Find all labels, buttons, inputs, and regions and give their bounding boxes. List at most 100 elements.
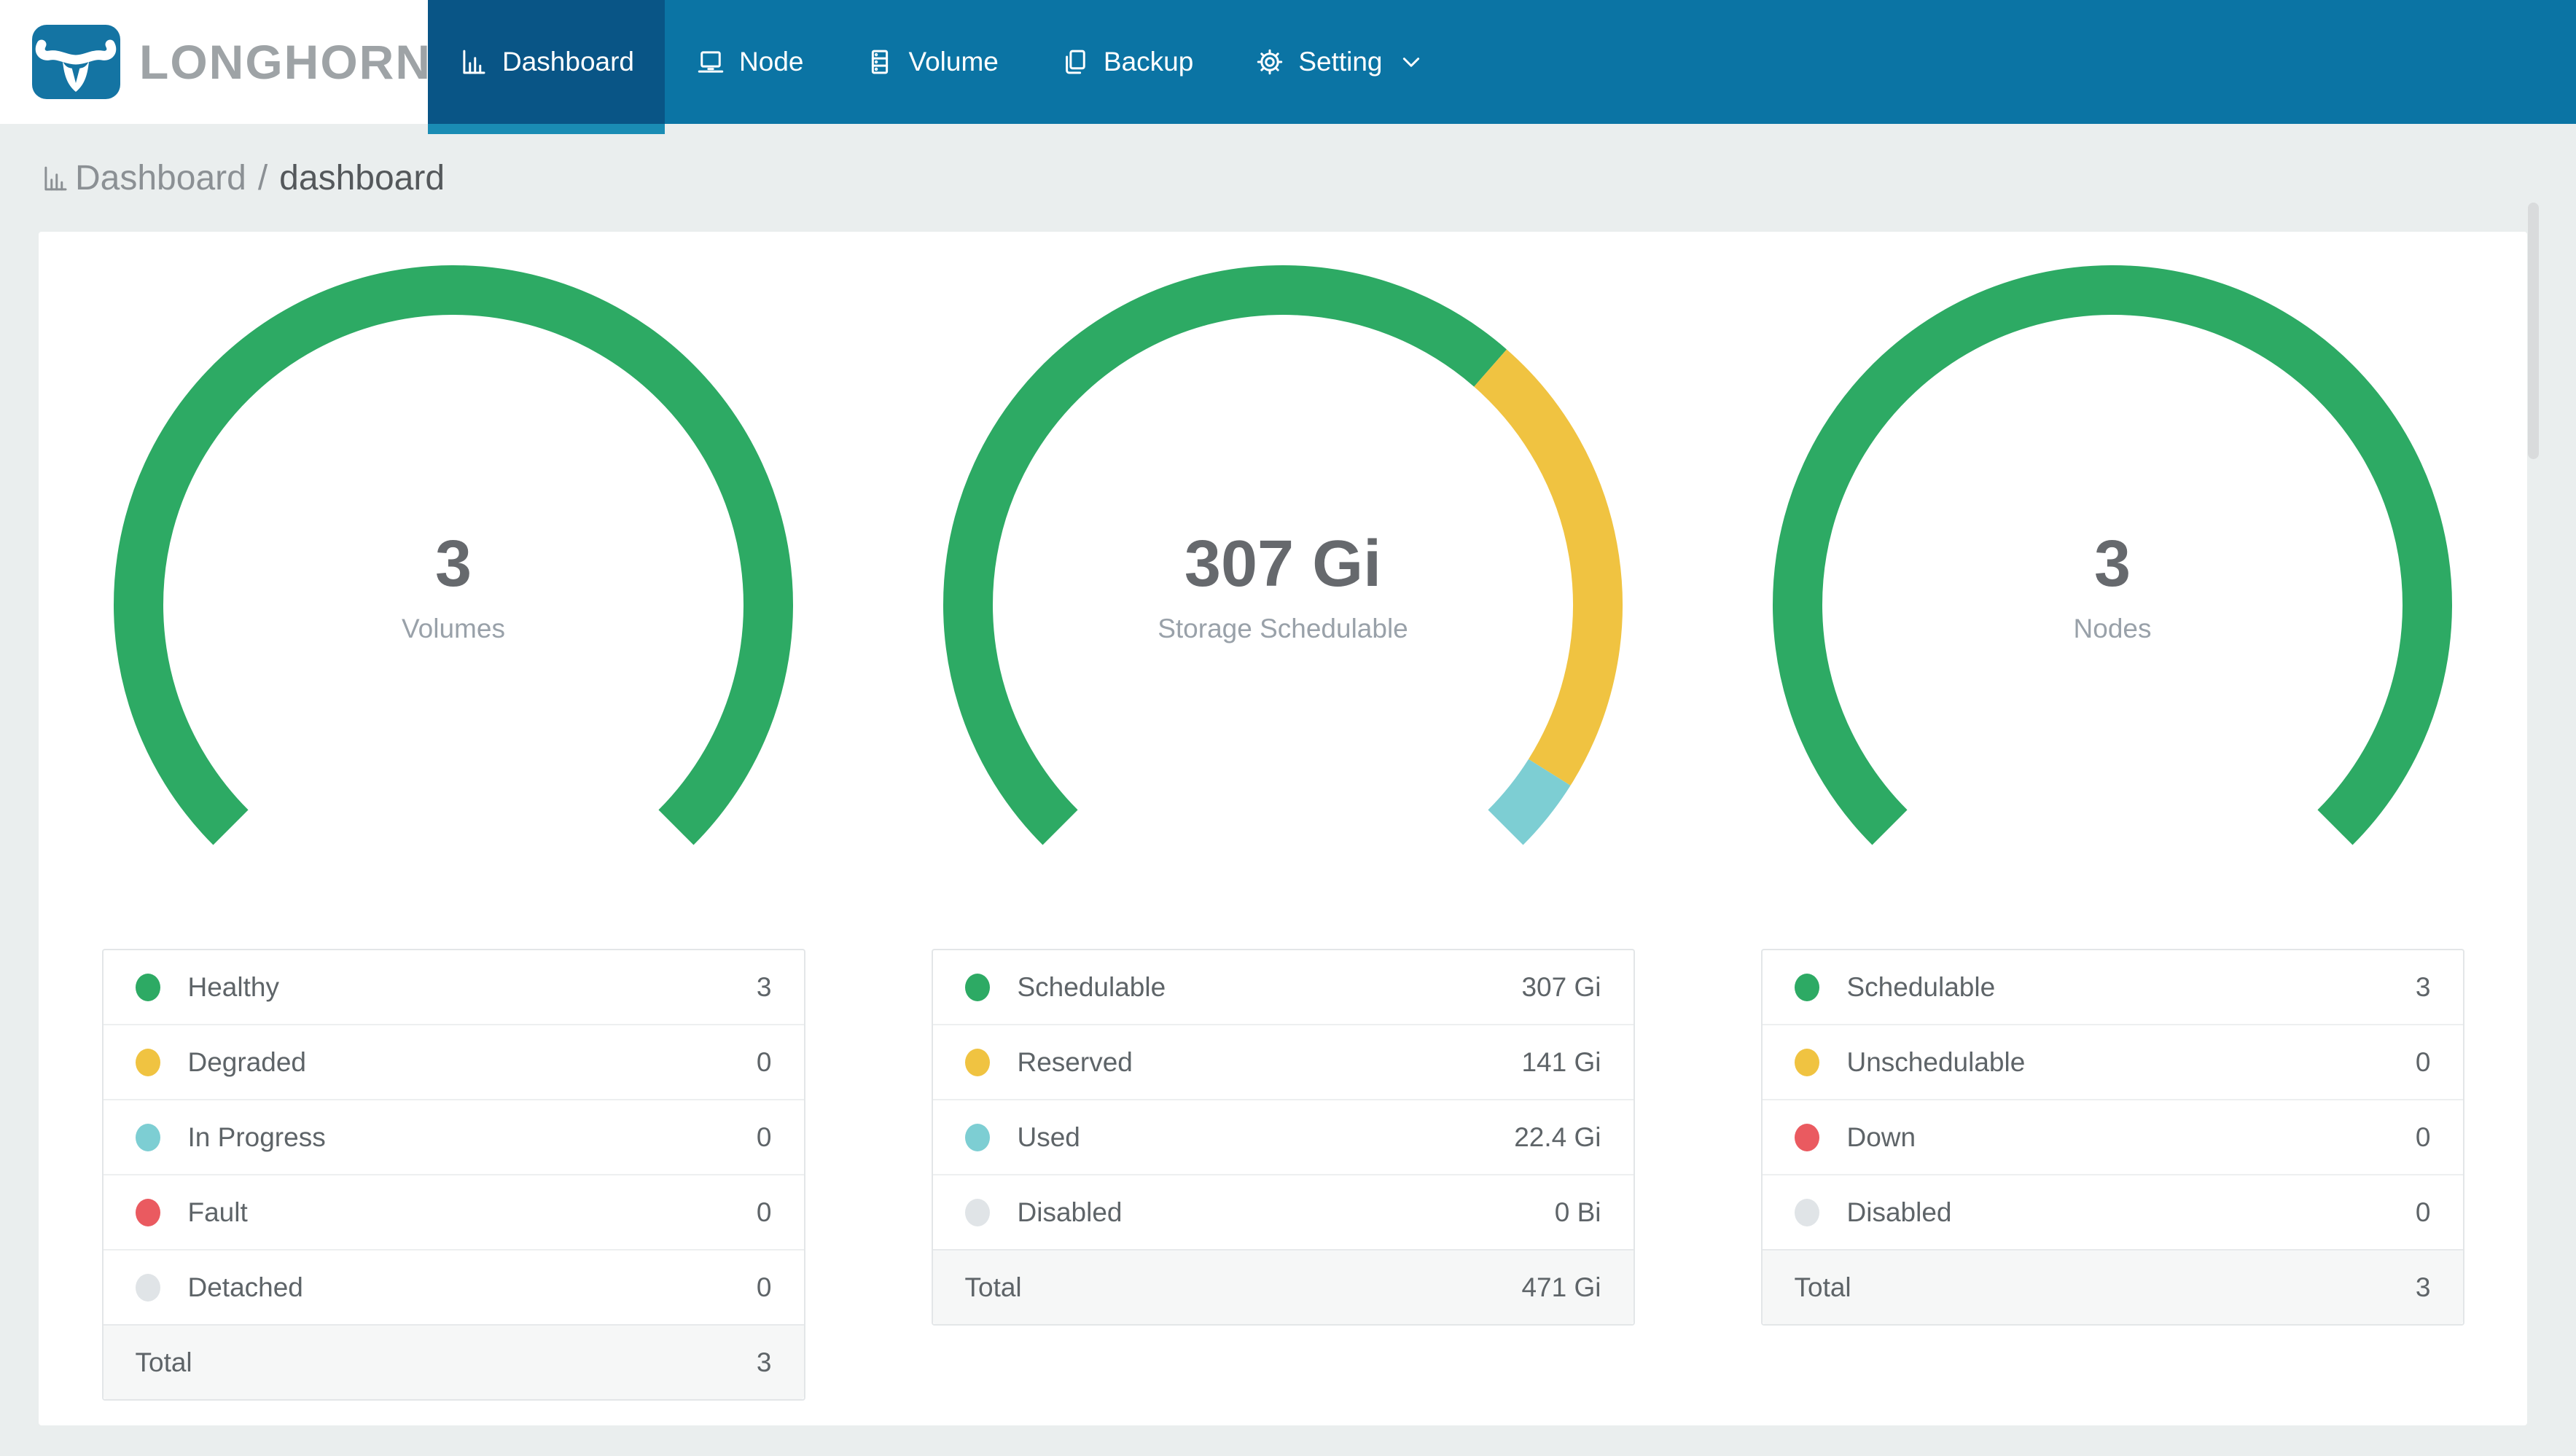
teal-status-dot bbox=[135, 1123, 160, 1151]
legend-value: 0 bbox=[756, 1197, 772, 1227]
gauge-label: Volumes bbox=[402, 614, 505, 643]
nav-item-setting[interactable]: Setting bbox=[1224, 0, 1456, 124]
breadcrumb-parent[interactable]: Dashboard bbox=[75, 157, 246, 200]
nav-item-node[interactable]: Node bbox=[665, 0, 834, 124]
legend-table-nodes: Schedulable 3 Unschedulable 0 Down 0 Disabled 0… bbox=[1760, 949, 2464, 1326]
bar-chart-icon bbox=[458, 47, 489, 77]
legend-total-value: 471 Gi bbox=[1521, 1272, 1601, 1302]
gauge-value: 3 bbox=[2093, 528, 2131, 600]
yellow-status-dot bbox=[964, 1048, 990, 1076]
legend-value: 3 bbox=[756, 971, 772, 1002]
gauge-label: Nodes bbox=[2073, 614, 2152, 643]
nav-item-label: Backup bbox=[1103, 47, 1194, 77]
legend-row: In Progress 0 bbox=[103, 1099, 804, 1174]
nav-item-volume[interactable]: Volume bbox=[834, 0, 1029, 124]
nav-item-backup[interactable]: Backup bbox=[1029, 0, 1224, 124]
gauge-value: 3 bbox=[434, 528, 472, 600]
brand-name: LONGHORN bbox=[139, 35, 432, 89]
bull-icon bbox=[32, 25, 120, 99]
yellow-status-dot bbox=[135, 1048, 160, 1076]
backup-icon bbox=[1060, 47, 1090, 77]
legend-value: 22.4 Gi bbox=[1514, 1122, 1601, 1152]
gear-icon bbox=[1254, 47, 1285, 77]
legend-value: 0 bbox=[756, 1046, 772, 1077]
legend-value: 0 bbox=[2415, 1197, 2431, 1227]
gauge-center-text: 3 Volumes bbox=[104, 529, 803, 644]
legend-row: Detached 0 bbox=[103, 1249, 804, 1324]
legend-label: Schedulable bbox=[1017, 971, 1166, 1002]
legend-label: Degraded bbox=[187, 1046, 307, 1077]
legend-label: Unschedulable bbox=[1846, 1046, 2026, 1077]
legend-row: Disabled 0 bbox=[1762, 1174, 2463, 1249]
green-status-dot bbox=[1794, 973, 1819, 1001]
legend-value: 3 bbox=[2415, 971, 2431, 1002]
nav-item-dashboard[interactable]: Dashboard bbox=[428, 0, 666, 134]
nav-item-label: Volume bbox=[908, 47, 999, 77]
legend-label: Used bbox=[1017, 1122, 1080, 1152]
legend-label: Reserved bbox=[1017, 1046, 1133, 1077]
chevron-down-icon bbox=[1396, 47, 1426, 77]
vertical-scrollbar-thumb[interactable] bbox=[2528, 203, 2539, 459]
legend-row: Schedulable 3 bbox=[1763, 950, 2463, 1024]
node-icon bbox=[695, 47, 726, 77]
legend-total-row: Total 3 bbox=[103, 1324, 804, 1399]
green-status-dot bbox=[135, 973, 160, 1001]
gauge-center-text: 3 Nodes bbox=[1763, 529, 2462, 644]
legend-row: Healthy 3 bbox=[104, 950, 804, 1024]
legend-label: Disabled bbox=[1846, 1197, 1952, 1227]
red-status-dot bbox=[1794, 1123, 1819, 1151]
dashboard-card: 3 Volumes Healthy 3 Degraded 0 In Progress 0 Fau… bbox=[39, 232, 2527, 1425]
legend-total-value: 3 bbox=[756, 1347, 772, 1377]
top-navbar: LONGHORN Dashboard Node Volume Backup Settin… bbox=[0, 0, 2576, 134]
legend-row: Fault 0 bbox=[103, 1174, 804, 1249]
legend-total-label: Total bbox=[964, 1272, 1022, 1302]
gauge-panel-nodes: 3 Nodes Schedulable 3 Unschedulable 0 Down 0 Dis… bbox=[1698, 258, 2527, 1425]
legend-label: Healthy bbox=[187, 971, 279, 1002]
nav-item-label: Node bbox=[739, 47, 804, 77]
legend-row: Reserved 141 Gi bbox=[932, 1024, 1634, 1099]
legend-total-value: 3 bbox=[2415, 1272, 2431, 1302]
gray-status-dot bbox=[135, 1273, 160, 1302]
legend-row: Degraded 0 bbox=[103, 1024, 804, 1099]
breadcrumb-current: dashboard bbox=[279, 159, 445, 197]
legend-row: Down 0 bbox=[1762, 1099, 2463, 1174]
breadcrumb-separator: / bbox=[257, 159, 268, 197]
legend-row: Used 22.4 Gi bbox=[932, 1099, 1634, 1174]
bar-chart-icon bbox=[40, 163, 75, 194]
gauge-value: 307 Gi bbox=[1184, 528, 1382, 600]
legend-value: 307 Gi bbox=[1521, 971, 1601, 1002]
legend-label: Schedulable bbox=[1846, 971, 1996, 1002]
longhorn-dashboard-page: { "colors": { "navbar_bg": "#0B74A4", "n… bbox=[0, 0, 2576, 1456]
legend-label: Disabled bbox=[1017, 1197, 1123, 1227]
gauge-panel-storage-schedulable: 307 Gi Storage Schedulable Schedulable 307 … bbox=[868, 258, 1698, 1425]
gray-status-dot bbox=[964, 1198, 990, 1226]
legend-label: Detached bbox=[187, 1272, 303, 1302]
gauge-volumes: 3 Volumes bbox=[104, 258, 803, 863]
legend-table-storage-schedulable: Schedulable 307 Gi Reserved 141 Gi Used 22.4 … bbox=[931, 949, 1635, 1326]
main-nav: Dashboard Node Volume Backup Setting bbox=[428, 0, 2576, 134]
legend-value: 0 bbox=[2415, 1122, 2431, 1152]
legend-label: In Progress bbox=[187, 1122, 326, 1152]
logo-link[interactable]: LONGHORN bbox=[0, 0, 430, 124]
gauge-panel-volumes: 3 Volumes Healthy 3 Degraded 0 In Progress 0 Fau… bbox=[39, 258, 868, 1425]
legend-label: Down bbox=[1846, 1122, 1916, 1152]
nav-item-label: Setting bbox=[1298, 47, 1383, 77]
gray-status-dot bbox=[1794, 1198, 1819, 1226]
red-status-dot bbox=[135, 1198, 160, 1226]
teal-status-dot bbox=[964, 1123, 990, 1151]
legend-total-row: Total 471 Gi bbox=[932, 1249, 1634, 1324]
gauge-nodes: 3 Nodes bbox=[1763, 258, 2462, 863]
nav-item-label: Dashboard bbox=[502, 47, 635, 77]
legend-value: 141 Gi bbox=[1521, 1046, 1601, 1077]
gauge-label: Storage Schedulable bbox=[1158, 614, 1408, 643]
legend-table-volumes: Healthy 3 Degraded 0 In Progress 0 Fault 0 Detac… bbox=[101, 949, 805, 1401]
breadcrumb: Dashboard / dashboard bbox=[0, 124, 2576, 200]
legend-total-row: Total 3 bbox=[1762, 1249, 2463, 1324]
volume-icon bbox=[864, 47, 895, 77]
gauge-center-text: 307 Gi Storage Schedulable bbox=[933, 529, 1633, 644]
legend-value: 0 bbox=[756, 1272, 772, 1302]
legend-value: 0 bbox=[2415, 1046, 2431, 1077]
legend-value: 0 Bi bbox=[1554, 1197, 1601, 1227]
legend-row: Unschedulable 0 bbox=[1762, 1024, 2463, 1099]
legend-label: Fault bbox=[187, 1197, 248, 1227]
